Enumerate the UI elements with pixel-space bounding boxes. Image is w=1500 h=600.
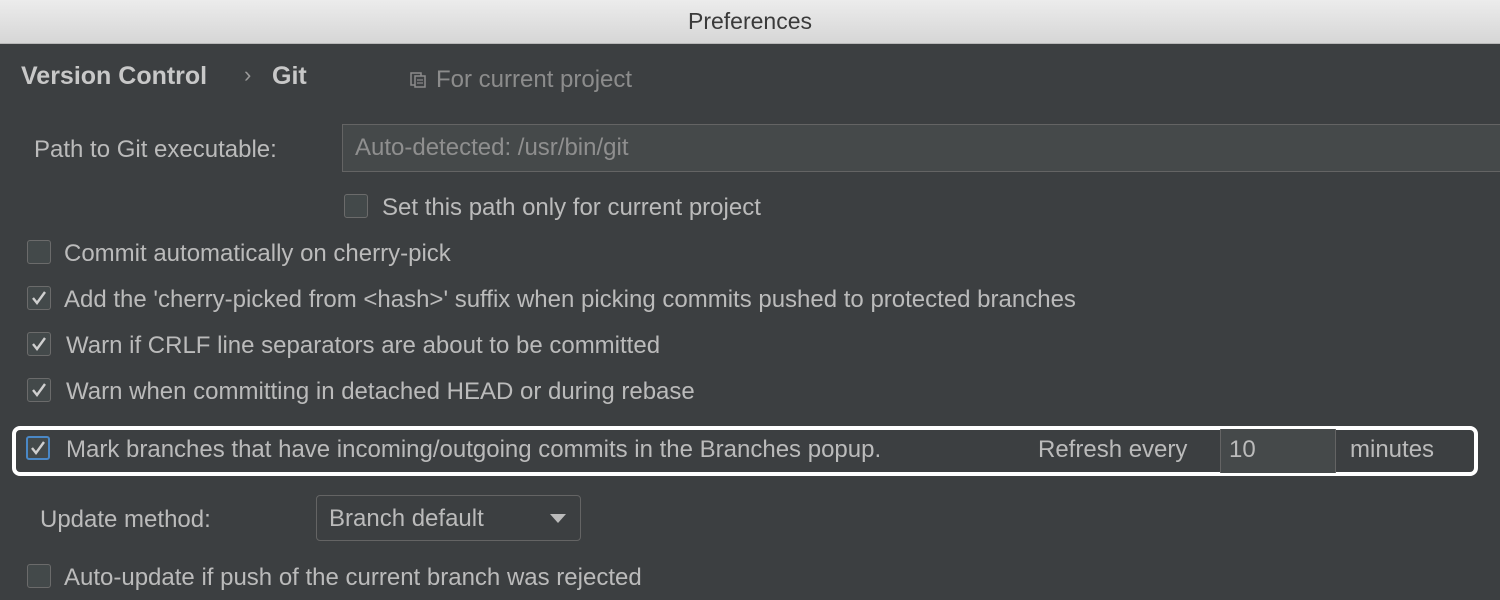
refresh-interval-input[interactable]: 10 [1220, 429, 1336, 473]
checkmark-icon [32, 337, 46, 351]
chevron-down-icon [550, 514, 566, 523]
auto-update-label: Auto-update if push of the current branc… [64, 564, 642, 591]
git-path-input[interactable]: Auto-detected: /usr/bin/git [342, 124, 1500, 172]
warn-detached-head-label: Warn when committing in detached HEAD or… [66, 378, 695, 405]
cherry-picked-suffix-label: Add the 'cherry-picked from <hash>' suff… [64, 286, 1076, 313]
window-title: Preferences [687, 8, 812, 34]
auto-update-checkbox[interactable] [27, 564, 51, 588]
commit-on-cherry-pick-label: Commit automatically on cherry-pick [64, 240, 451, 267]
window-title-bar: Preferences [0, 0, 1500, 44]
minutes-label: minutes [1350, 436, 1435, 463]
set-path-for-project-checkbox[interactable] [344, 194, 368, 218]
refresh-every-label: Refresh every [1038, 436, 1188, 463]
breadcrumb-version-control[interactable]: Version Control [21, 62, 207, 91]
set-path-for-project-label: Set this path only for current project [382, 194, 761, 221]
cherry-picked-suffix-checkbox[interactable] [27, 286, 51, 310]
project-scope-icon [410, 72, 426, 88]
commit-on-cherry-pick-checkbox[interactable] [27, 240, 51, 264]
checkmark-icon [32, 291, 46, 305]
update-method-label: Update method: [40, 506, 211, 533]
warn-crlf-checkbox[interactable] [27, 332, 51, 356]
mark-branches-label: Mark branches that have incoming/outgoin… [66, 436, 882, 463]
breadcrumb-separator: › [244, 62, 252, 87]
update-method-value: Branch default [329, 505, 484, 532]
warn-detached-head-checkbox[interactable] [27, 378, 51, 402]
scope-label: For current project [436, 66, 633, 93]
update-method-dropdown[interactable]: Branch default [316, 495, 581, 541]
git-path-label: Path to Git executable: [34, 136, 277, 163]
warn-crlf-label: Warn if CRLF line separators are about t… [66, 332, 661, 359]
breadcrumb-git: Git [272, 62, 307, 90]
mark-branches-checkbox[interactable] [26, 436, 50, 460]
checkmark-icon [32, 383, 46, 397]
checkmark-icon [31, 441, 45, 455]
